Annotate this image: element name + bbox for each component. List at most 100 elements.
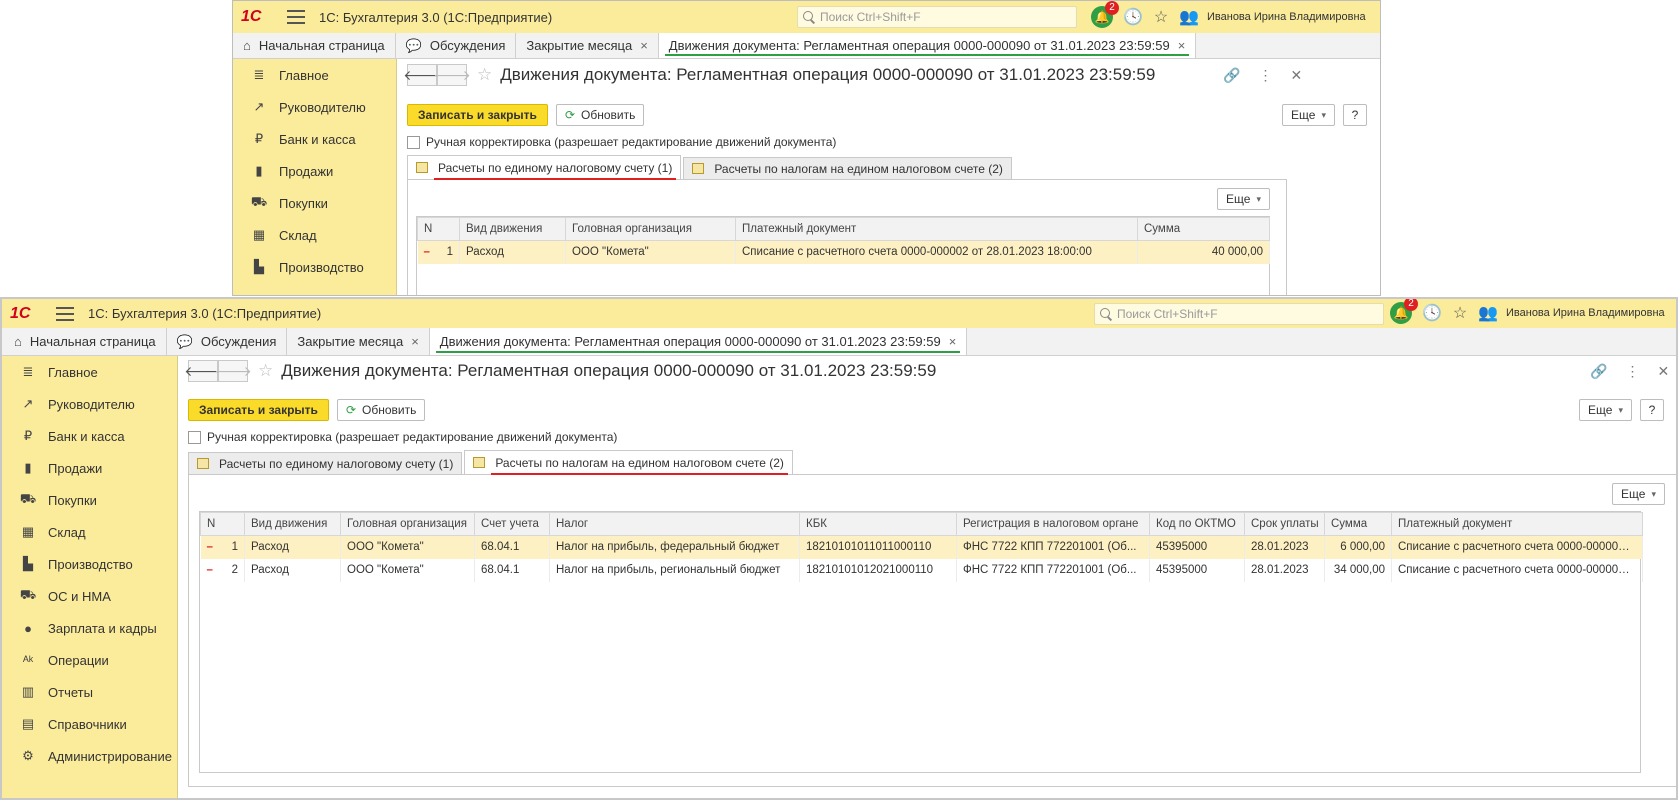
sidebar-item[interactable]: ᴬᵏ Операции: [2, 644, 177, 676]
column-header[interactable]: N: [200, 512, 245, 536]
more-actions-icon[interactable]: ⋮: [1258, 67, 1272, 84]
column-header[interactable]: Вид движения: [459, 217, 566, 241]
more-button[interactable]: Еще ▾: [1217, 188, 1270, 210]
user-icon[interactable]: 👥: [1474, 303, 1502, 323]
column-header[interactable]: Сумма: [1324, 512, 1392, 536]
movements-table[interactable]: N Вид движения Головная организация Счет уч…: [199, 511, 1643, 773]
tab-discussions[interactable]: 💬 Обсуждения: [167, 328, 288, 355]
more-button[interactable]: Еще ▾: [1579, 399, 1632, 421]
sidebar-item[interactable]: ▥ Отчеты: [2, 676, 177, 708]
tab-month-close[interactable]: Закрытие месяца ×: [287, 328, 430, 355]
history-icon[interactable]: 🕓: [1119, 7, 1147, 27]
main-menu-icon[interactable]: [56, 306, 74, 321]
sidebar-item[interactable]: ▙ Производство: [2, 548, 177, 580]
table-row[interactable]: –1 Расход ООО "Комета" 68.04.1 Налог на приб…: [200, 535, 1643, 559]
close-icon[interactable]: ✕: [1657, 363, 1669, 380]
notification-bell-icon[interactable]: 🔔 2: [1091, 1, 1119, 28]
help-button[interactable]: ?: [1640, 399, 1664, 421]
favorites-star-icon[interactable]: ☆: [1147, 7, 1175, 27]
sidebar-item[interactable]: ▦ Склад: [233, 219, 396, 251]
column-header[interactable]: Головная организация: [565, 217, 736, 241]
link-icon[interactable]: 🔗: [1590, 363, 1607, 380]
sidebar-item[interactable]: ≣ Главное: [2, 356, 177, 388]
column-header[interactable]: Головная организация: [340, 512, 475, 536]
close-tab-icon[interactable]: ×: [1178, 38, 1186, 53]
user-icon[interactable]: 👥: [1175, 7, 1203, 27]
column-header[interactable]: N: [417, 217, 460, 241]
search-input[interactable]: Поиск Ctrl+Shift+F: [797, 6, 1077, 28]
column-header[interactable]: Вид движения: [244, 512, 341, 536]
manual-edit-checkbox[interactable]: [188, 430, 201, 444]
tab-ens-settlements[interactable]: Расчеты по единому налоговому счету (1): [407, 155, 682, 180]
table-row[interactable]: –2 Расход ООО "Комета" 68.04.1 Налог на приб…: [200, 558, 1643, 582]
notification-bell-icon[interactable]: 🔔 2: [1390, 299, 1418, 324]
save-close-button[interactable]: Записать и закрыть: [188, 399, 329, 421]
sidebar-item[interactable]: ▦ Склад: [2, 516, 177, 548]
more-button[interactable]: Еще ▾: [1612, 483, 1665, 505]
sidebar-item[interactable]: ↗ Руководителю: [2, 388, 177, 420]
sidebar-item[interactable]: ≣ Главное: [233, 59, 396, 91]
close-icon[interactable]: ✕: [1290, 67, 1302, 84]
forward-button[interactable]: 🡒: [433, 64, 471, 86]
sidebar-item[interactable]: ₽ Банк и касса: [2, 420, 177, 452]
logo-1c: 1С: [241, 8, 262, 25]
column-header[interactable]: Сумма: [1137, 217, 1270, 241]
column-header[interactable]: Налог: [549, 512, 800, 536]
more-actions-icon[interactable]: ⋮: [1625, 363, 1639, 380]
tab-ens-settlements[interactable]: Расчеты по единому налоговому счету (1): [188, 452, 463, 474]
cell-org: ООО "Комета": [565, 240, 736, 264]
sidebar-item[interactable]: ⚙ Администрирование: [2, 740, 177, 772]
register-icon: [416, 162, 428, 173]
favorites-star-icon[interactable]: ☆: [1446, 303, 1474, 323]
section-icon: ▮: [255, 163, 263, 178]
help-button[interactable]: ?: [1343, 104, 1367, 126]
forward-button[interactable]: 🡒: [214, 360, 252, 382]
save-close-button[interactable]: Записать и закрыть: [407, 104, 548, 126]
user-name[interactable]: Иванова Ирина Владимировна: [1506, 307, 1665, 319]
tab-home[interactable]: ⌂ Начальная страница: [233, 33, 396, 58]
manual-edit-checkbox[interactable]: [407, 135, 420, 149]
favorite-star-icon[interactable]: ☆: [477, 65, 492, 85]
sidebar-item[interactable]: ▮ Продажи: [2, 452, 177, 484]
column-header[interactable]: Регистрация в налоговом органе: [956, 512, 1150, 536]
close-tab-icon[interactable]: ×: [411, 334, 419, 349]
more-button[interactable]: Еще ▾: [1282, 104, 1335, 126]
sidebar-item[interactable]: ▙ Производство: [233, 251, 396, 283]
settings-menu-icon[interactable]: [1379, 11, 1380, 23]
tab-doc-moves[interactable]: Движения документа: Регламентная операци…: [429, 328, 968, 355]
history-icon[interactable]: 🕓: [1418, 303, 1446, 323]
main-menu-icon[interactable]: [287, 10, 305, 24]
column-header[interactable]: Платежный документ: [1391, 512, 1643, 536]
tab-tax-settlements[interactable]: Расчеты по налогам на едином налоговом с…: [464, 450, 793, 475]
sidebar-item[interactable]: ▤ Справочники: [2, 708, 177, 740]
tab-home[interactable]: ⌂ Начальная страница: [2, 328, 167, 355]
sidebar: ≣ Главное ↗ Руководителю ₽ Банк и касса ▮ Прода…: [233, 59, 397, 295]
favorite-star-icon[interactable]: ☆: [258, 361, 273, 381]
column-header[interactable]: Код по ОКТМО: [1149, 512, 1245, 536]
refresh-button[interactable]: ⟳ Обновить: [555, 104, 645, 126]
search-input[interactable]: Поиск Ctrl+Shift+F: [1094, 303, 1384, 325]
close-tab-icon[interactable]: ×: [949, 334, 957, 349]
column-header[interactable]: КБК: [799, 512, 957, 536]
tab-tax-settlements[interactable]: Расчеты по налогам на едином налоговом с…: [683, 157, 1012, 179]
sidebar-item[interactable]: ₽ Банк и касса: [233, 123, 396, 155]
sidebar-item[interactable]: ⛟ Покупки: [2, 484, 177, 516]
column-header[interactable]: Срок уплаты: [1244, 512, 1325, 536]
user-name[interactable]: Иванова Ирина Владимировна: [1207, 11, 1366, 23]
link-icon[interactable]: 🔗: [1223, 67, 1240, 84]
sidebar-item[interactable]: ▮ Продажи: [233, 155, 396, 187]
movements-table[interactable]: N Вид движения Головная организация Платежн…: [416, 216, 1270, 295]
sidebar-item[interactable]: ⛟ Покупки: [233, 187, 396, 219]
table-row[interactable]: –1 Расход ООО "Комета" Списание с расчетног…: [417, 240, 1270, 264]
column-header[interactable]: Платежный документ: [735, 217, 1138, 241]
row-number: 1: [446, 246, 453, 259]
sidebar-item[interactable]: ⛟ ОС и НМА: [2, 580, 177, 612]
sidebar-item[interactable]: ↗ Руководителю: [233, 91, 396, 123]
refresh-button[interactable]: ⟳ Обновить: [336, 399, 426, 421]
tab-discussions[interactable]: 💬 Обсуждения: [396, 33, 517, 58]
column-header[interactable]: Счет учета: [474, 512, 550, 536]
tab-doc-moves[interactable]: Движения документа: Регламентная операци…: [658, 33, 1197, 58]
close-tab-icon[interactable]: ×: [640, 38, 648, 53]
tab-month-close[interactable]: Закрытие месяца ×: [516, 33, 659, 58]
sidebar-item[interactable]: ● Зарплата и кадры: [2, 612, 177, 644]
